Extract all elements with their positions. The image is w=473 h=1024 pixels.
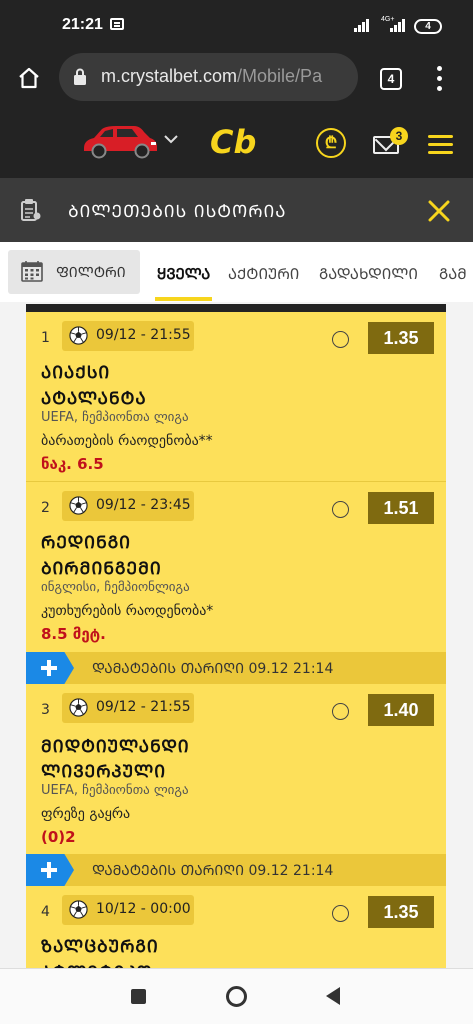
site-header: Cb ₾ 3 [0,104,473,178]
team-away: ᲐᲢᲐᲚᲐᲜᲢᲐ [41,389,147,409]
filter-button[interactable]: ᲤᲘᲚᲢᲠᲘ [8,250,140,294]
status-time: 21:21 [62,16,103,33]
bet-number: 4 [41,904,50,920]
chevron-down-icon[interactable] [164,134,178,144]
team-away: ᲑᲘᲠᲛᲘᲜᲒᲔᲛᲘ [41,559,162,579]
bet-slip-card: 1 09/12 - 21:55 1.35 ᲐᲘᲐᲥᲡᲘ ᲐᲢᲐᲚᲐᲜᲢᲐ UEF… [26,312,446,653]
signal-icon-2 [390,19,408,32]
match-date: 09/12 - 21:55 [96,699,191,715]
page-title-bar: ᲑᲘᲚᲔᲗᲔᲑᲘᲡ ᲘᲡᲢᲝᲠᲘᲐ [0,178,473,242]
tab-lost[interactable]: ᲒᲐᲛ [439,264,473,284]
bet-item: 4 10/12 - 00:00 1.35 ᲖᲐᲚᲪᲑᲣᲠᲒᲘ ᲐᲢᲚᲔᲢᲘᲙᲝ [26,886,446,968]
page-title: ᲑᲘᲚᲔᲗᲔᲑᲘᲡ ᲘᲡᲢᲝᲠᲘᲐ [68,202,287,222]
odds-badge: 1.40 [368,694,434,726]
date-chip: 09/12 - 21:55 [62,321,194,351]
calendar-icon [21,261,43,282]
hamburger-menu-icon[interactable] [428,135,453,155]
message-notification-icon [110,18,124,30]
team-away: ᲚᲘᲕᲔᲠᲞᲣᲚᲘ [41,762,167,782]
home-icon[interactable] [17,66,41,90]
expand-plus-icon[interactable] [26,652,74,684]
mail-badge: 3 [390,127,408,145]
league-name: UEFA, ჩემპიონთა ლიგა [41,783,189,798]
back-button[interactable] [326,987,340,1005]
team-home: ᲐᲘᲐᲥᲡᲘ [41,363,111,383]
soccer-ball-icon [69,900,88,919]
soccer-ball-icon [69,496,88,515]
added-date-row[interactable]: ᲓᲐᲛᲐᲢᲔᲑᲘᲡ ᲗᲐᲠᲘᲦᲘ 09.12 21:14 [26,854,446,886]
status-bar: 21:21 4G+ 4 [0,0,473,52]
bet-pick: (0)2 [41,828,76,846]
bet-number: 3 [41,702,50,718]
odds-badge: 1.35 [368,322,434,354]
url-text: m.crystalbet.com/Mobile/Pa [101,66,323,86]
bet-pick: 8.5 მეტ. [41,625,106,643]
market-name: ბარათების რაოდენობა** [41,433,213,449]
system-nav-bar [0,968,473,1024]
added-date-text: ᲓᲐᲛᲐᲢᲔᲑᲘᲡ ᲗᲐᲠᲘᲦᲘ 09.12 21:14 [92,661,334,677]
browser-toolbar: m.crystalbet.com/Mobile/Pa 4 [0,52,473,104]
bet-history-icon [21,199,41,221]
tab-paid[interactable]: ᲒᲐᲓᲐᲮᲓᲘᲚᲘ [319,264,418,284]
more-menu-icon[interactable] [432,66,446,92]
bet-slip-card: 4 10/12 - 00:00 1.35 ᲖᲐᲚᲪᲑᲣᲠᲒᲘ ᲐᲢᲚᲔᲢᲘᲙᲝ [26,886,446,968]
lock-icon [74,68,86,85]
status-radio [332,501,349,518]
expand-plus-icon[interactable] [26,854,74,886]
league-name: ინგლისი, ჩემპიონლიგა [41,580,190,595]
battery-icon: 4 [414,19,442,34]
team-home: ᲠᲔᲓᲘᲜᲒᲘ [41,533,131,553]
crystalbet-logo[interactable]: Cb [208,122,266,160]
team-home: ᲛᲘᲓᲢᲘᲣᲚᲐᲜᲓᲘ [41,737,190,757]
active-tab-indicator [155,297,212,301]
match-date: 09/12 - 21:55 [96,327,191,343]
home-button[interactable] [226,986,247,1007]
bet-history-list[interactable]: 1 09/12 - 21:55 1.35 ᲐᲘᲐᲥᲡᲘ ᲐᲢᲐᲚᲐᲜᲢᲐ UEF… [0,302,473,968]
market-name: კუთხურების რაოდენობა* [41,603,214,619]
team-away: ᲐᲢᲚᲔᲢᲘᲙᲝ [41,960,153,968]
bet-slip-card: 3 09/12 - 21:55 1.40 ᲛᲘᲓᲢᲘᲣᲚᲐᲜᲓᲘ ᲚᲘᲕᲔᲠᲞᲣ… [26,684,446,854]
match-date: 10/12 - 00:00 [96,901,191,917]
date-chip: 09/12 - 21:55 [62,693,194,723]
recents-button[interactable] [131,989,146,1004]
tab-switcher-button[interactable]: 4 [380,68,402,90]
status-radio [332,331,349,348]
market-name: ფრეზე გაყრა [41,806,131,822]
tab-active[interactable]: ᲐᲥᲢᲘᲣᲠᲘ [228,264,299,284]
team-home: ᲖᲐᲚᲪᲑᲣᲠᲒᲘ [41,937,159,957]
added-date-text: ᲓᲐᲛᲐᲢᲔᲑᲘᲡ ᲗᲐᲠᲘᲦᲘ 09.12 21:14 [92,863,334,879]
odds-badge: 1.51 [368,492,434,524]
filter-label: ᲤᲘᲚᲢᲠᲘ [56,265,126,281]
card-top-border [26,304,446,312]
status-radio [332,703,349,720]
bet-number: 2 [41,500,50,516]
soccer-ball-icon [69,698,88,717]
date-chip: 10/12 - 00:00 [62,895,194,925]
balance-coin-icon[interactable]: ₾ [316,128,346,158]
league-name: UEFA, ჩემპიონთა ლიგა [41,410,189,425]
added-date-row[interactable]: ᲓᲐᲛᲐᲢᲔᲑᲘᲡ ᲗᲐᲠᲘᲦᲘ 09.12 21:14 [26,652,446,684]
bet-item: 2 09/12 - 23:45 1.51 ᲠᲔᲓᲘᲜᲒᲘ ᲑᲘᲠᲛᲘᲜᲒᲔᲛᲘ … [26,482,446,653]
signal-icon [354,19,372,32]
tab-all[interactable]: ᲧᲕᲔᲚᲐ [157,264,210,284]
date-chip: 09/12 - 23:45 [62,491,194,521]
bet-number: 1 [41,330,50,346]
car-promo-icon[interactable] [80,120,160,162]
status-radio [332,905,349,922]
address-bar[interactable]: m.crystalbet.com/Mobile/Pa [59,53,358,101]
svg-text:Cb: Cb [210,123,256,160]
history-tabs: ᲤᲘᲚᲢᲠᲘ ᲧᲕᲔᲚᲐ ᲐᲥᲢᲘᲣᲠᲘ ᲒᲐᲓᲐᲮᲓᲘᲚᲘ ᲒᲐᲛ [0,242,473,302]
bet-item: 3 09/12 - 21:55 1.40 ᲛᲘᲓᲢᲘᲣᲚᲐᲜᲓᲘ ᲚᲘᲕᲔᲠᲞᲣ… [26,684,446,854]
bet-pick: ნაკ. 6.5 [41,455,104,473]
match-date: 09/12 - 23:45 [96,497,191,513]
soccer-ball-icon [69,326,88,345]
close-icon[interactable] [428,200,450,222]
odds-badge: 1.35 [368,896,434,928]
bet-item: 1 09/12 - 21:55 1.35 ᲐᲘᲐᲥᲡᲘ ᲐᲢᲐᲚᲐᲜᲢᲐ UEF… [26,312,446,482]
